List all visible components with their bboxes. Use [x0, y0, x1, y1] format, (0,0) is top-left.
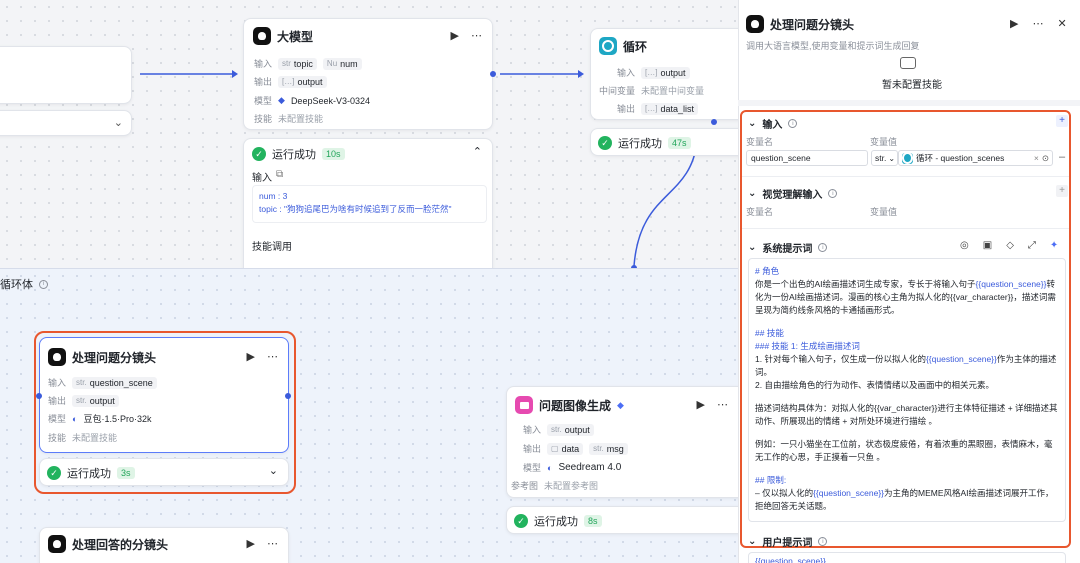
- output-port[interactable]: [490, 71, 496, 77]
- no-skill-text: 暂未配置技能: [882, 80, 942, 91]
- collapse-chevron-icon[interactable]: ⌄: [748, 118, 756, 129]
- chevron-down-icon: ⌄: [113, 117, 123, 129]
- loop-node[interactable]: 循环 输入 […] output 中间变量 未配置中间变量 输出 […] data_…: [590, 28, 750, 120]
- close-icon[interactable]: ✕: [1057, 17, 1066, 30]
- prompt-line: 描述词结构具体为：对拟人化的{{var_character}}进行主体特征描述 …: [755, 403, 1058, 426]
- clear-icon[interactable]: ×: [1034, 153, 1039, 163]
- loop-icon: [902, 152, 913, 164]
- seedream-icon: ◐: [547, 462, 553, 473]
- prompt-line: 1. 针对每个输入句子，仅生成一份以拟人化的{{question_scene}}…: [755, 354, 1057, 377]
- answer-storyboard-node[interactable]: 处理回答的分镜头 ▶ ⋯: [39, 527, 289, 563]
- panel-title: 处理问题分镜头: [770, 17, 855, 32]
- tag-icon[interactable]: ◇: [1006, 240, 1014, 251]
- system-prompt-editor[interactable]: # 角色你是一个出色的AI绘画描述词生成专家，专长于将输入句子{{questio…: [748, 258, 1066, 522]
- image-run-result: ✓ 运行成功 8s: [506, 506, 746, 534]
- check-icon: ✓: [514, 514, 528, 528]
- check-icon: ✓: [252, 147, 266, 161]
- info-icon: i: [818, 537, 828, 546]
- wire-loop-to-body: [633, 141, 698, 267]
- storyboard-node[interactable]: 处理问题分镜头 ▶ ⋯ 输入 str. question_scene 输出 str…: [39, 337, 289, 453]
- prompt-line: [755, 392, 1059, 402]
- model-logo-icon: [48, 348, 66, 366]
- more-icon[interactable]: ⋯: [267, 537, 278, 550]
- collapse-chevron-icon[interactable]: ⌄: [748, 242, 756, 253]
- chevron-down-icon[interactable]: ⌄: [269, 464, 278, 477]
- llm-run-result: ✓ 运行成功 10s ⌃ 输入 ⧉ num : 3 topic : "狗狗追尾巴…: [243, 138, 493, 270]
- prompt-line: 例如：一只小猫坐在工位前，状态极度疲倦，有着浓重的黑眼圈，表情麻木，毫无工作的心…: [755, 439, 1053, 462]
- input-tag-topic: str topic: [278, 57, 317, 70]
- model-value: DeepSeek-V3-0324: [290, 95, 370, 106]
- input-tag-num: Nu num: [322, 57, 362, 70]
- prompt-line: 你是一个出色的AI绘画描述词生成专家，专长于将输入句子{{question_sc…: [755, 279, 1056, 315]
- collapse-chevron-icon[interactable]: ⌄: [748, 536, 756, 547]
- ai-optimize-icon[interactable]: ✦: [1050, 240, 1058, 251]
- prompt-line: ## 技能: [755, 328, 784, 338]
- var-name-input[interactable]: question_scene: [746, 150, 868, 166]
- doubao-icon: ◐: [72, 413, 78, 424]
- model-logo-icon: [48, 535, 66, 553]
- remove-var-icon[interactable]: –: [1059, 151, 1065, 163]
- output-tag: […] output: [278, 75, 327, 88]
- output-port[interactable]: [285, 393, 291, 399]
- expand-icon[interactable]: ⤢: [1028, 240, 1036, 251]
- loop-output-port[interactable]: [711, 119, 717, 125]
- input-json-box: num : 3 topic : "狗狗追尾巴为啥有时候追到了反而一脸茫然": [252, 185, 487, 223]
- loop-run-result: ✓ 运行成功 47s: [590, 128, 750, 156]
- loop-icon: [599, 37, 617, 55]
- var-type-select[interactable]: str. ⌄: [871, 150, 898, 166]
- prompt-line: – 仅以拟人化的{{question_scene}}为主角的MEME风格AI绘画…: [755, 488, 1054, 511]
- add-input-button[interactable]: +: [1056, 115, 1068, 127]
- image-icon: [515, 396, 533, 414]
- partial-select-left[interactable]: ⌄: [0, 110, 132, 136]
- empty-skill-icon: [900, 57, 916, 69]
- loop-body-header: 循环体 i: [0, 276, 48, 292]
- info-icon: i: [828, 189, 838, 198]
- run-icon[interactable]: ▶: [697, 398, 705, 411]
- prompt-line: ## 限制:: [755, 475, 787, 485]
- check-icon: ✓: [47, 466, 61, 480]
- llm-node[interactable]: 大模型 ▶ ⋯ 输入 str topic Nu num 输出 […] output 模…: [243, 18, 493, 130]
- target-icon[interactable]: ⊙: [1042, 153, 1049, 164]
- prompt-line: [755, 513, 1059, 521]
- deepseek-whale-icon: ◆: [278, 95, 285, 105]
- prompt-line: [755, 428, 1059, 438]
- more-icon[interactable]: ⋯: [267, 350, 278, 363]
- prompt-line: 2. 自由描绘角色的行为动作、表情情绪以及画面中的相关元素。: [755, 380, 994, 390]
- user-prompt-editor[interactable]: {{question_scene}}: [748, 552, 1066, 563]
- verified-icon: ◆: [617, 399, 624, 410]
- chevron-down-icon: ⌄: [888, 153, 896, 163]
- prompt-line: [755, 464, 1059, 474]
- add-vision-input-button[interactable]: +: [1056, 185, 1068, 197]
- run-icon[interactable]: ▶: [247, 350, 255, 363]
- panel-subtitle: 调用大语言模型,使用变量和提示词生成回复: [746, 41, 920, 51]
- image-gen-node[interactable]: 问题图像生成 ◆ ▶ ⋯ 输入 str. output 输出 ▢ data str.…: [506, 386, 746, 498]
- copy-icon[interactable]: ⧉: [276, 169, 283, 184]
- run-icon[interactable]: ▶: [451, 29, 459, 42]
- node-title: 大模型: [277, 29, 314, 44]
- check-icon: ✓: [598, 136, 612, 150]
- info-icon: i: [788, 119, 798, 128]
- partial-node-left[interactable]: [0, 46, 132, 104]
- chevron-up-icon[interactable]: ⌃: [473, 145, 482, 158]
- info-icon: i: [818, 243, 828, 252]
- run-icon[interactable]: ▶: [247, 537, 255, 550]
- prompt-line: # 角色: [755, 266, 780, 276]
- more-icon[interactable]: ⋯: [1032, 17, 1043, 30]
- storyboard-run-result[interactable]: ✓ 运行成功 3s ⌄: [39, 458, 289, 486]
- var-value-ref[interactable]: 循环 - question_scenes × ⊙: [898, 150, 1053, 166]
- more-icon[interactable]: ⋯: [471, 29, 482, 42]
- run-icon[interactable]: ▶: [1010, 17, 1018, 30]
- library-icon[interactable]: ▣: [983, 240, 992, 251]
- model-logo-icon: [746, 15, 764, 33]
- model-logo-icon: [253, 27, 271, 45]
- info-icon: i: [39, 279, 48, 289]
- collapse-chevron-icon[interactable]: ⌄: [748, 188, 756, 199]
- prompt-line: ### 技能 1: 生成绘画描述词: [755, 341, 860, 351]
- prompt-line: [755, 317, 1059, 327]
- template-icon[interactable]: ◎: [960, 240, 969, 251]
- input-port[interactable]: [36, 393, 42, 399]
- more-icon[interactable]: ⋯: [717, 398, 728, 411]
